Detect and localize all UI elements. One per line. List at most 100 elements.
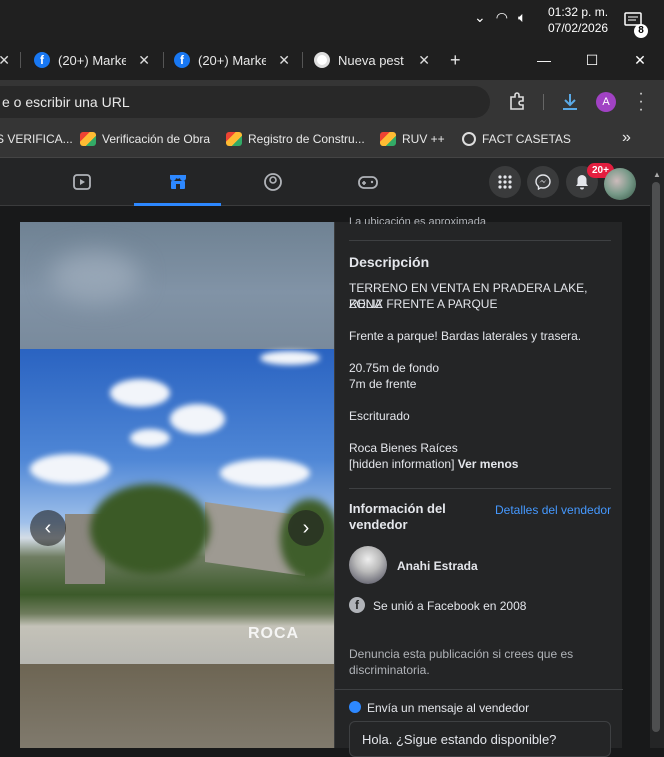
tab-partial[interactable]: ✕	[0, 40, 16, 80]
wifi-icon[interactable]: ◠	[496, 10, 508, 26]
bookmark-label: FACT CASETAS	[482, 132, 571, 146]
tab-marketplace-2[interactable]: f (20+) Market ✕	[174, 40, 300, 80]
chrome-icon	[314, 52, 330, 68]
message-input[interactable]: Hola. ¿Sigue estando disponible?	[349, 721, 611, 757]
seller-info-heading: Información del	[349, 501, 446, 516]
chevron-down-icon[interactable]: ⌄	[474, 10, 486, 26]
close-icon[interactable]: ✕	[278, 52, 290, 69]
watermark-logo: ROCA	[248, 625, 300, 642]
tab-separator	[163, 52, 164, 68]
cloud	[110, 379, 170, 407]
tab-title: (20+) Market	[58, 52, 126, 68]
grid-menu-icon	[498, 175, 512, 189]
globe-icon	[462, 132, 476, 146]
browser-toolbar: e o escribir una URL A · · ·	[0, 80, 664, 124]
message-seller-label: Envía un mensaje al vendedor	[367, 701, 530, 715]
download-icon	[563, 94, 577, 110]
bookmark-item[interactable]: FACT CASETAS	[462, 132, 571, 146]
kebab-menu-icon[interactable]: · · ·	[636, 86, 646, 118]
bell-icon	[576, 175, 588, 190]
description-line: RELIZ FRENTE A PARQUE	[349, 297, 498, 311]
system-taskbar: ⌄ ◠ 🔈︎ 01:32 p. m. 07/02/2026 8	[0, 0, 664, 40]
tab-separator	[302, 52, 303, 68]
menu-button[interactable]	[489, 166, 521, 198]
video-icon	[73, 174, 91, 190]
facebook-top-nav	[0, 158, 664, 206]
clock-time: 01:32 p. m.	[548, 5, 609, 19]
close-icon: ✕	[634, 51, 646, 68]
ruv-icon	[380, 132, 396, 146]
bookmark-label: Verificación de Obra	[102, 132, 211, 146]
bookmark-item[interactable]: RUV ++	[380, 132, 445, 146]
tab-new-tab[interactable]: Nueva pestañ ✕	[314, 40, 440, 80]
listing-details-panel: La ubicación es aproximada Descripción T…	[334, 216, 623, 757]
report-text: Denuncia esta publicación si crees que e…	[349, 647, 574, 661]
bookmark-item[interactable]: Verificación de Obra	[80, 132, 210, 146]
report-text: discriminatoria.	[349, 663, 430, 677]
facebook-icon: f	[349, 597, 365, 613]
facebook-icon: f	[174, 52, 190, 68]
seller-details-link[interactable]: Detalles del vendedor	[495, 502, 611, 518]
page-scrollbar[interactable]: ▲	[650, 168, 664, 748]
notification-center-button[interactable]: 8	[624, 12, 648, 38]
cloud	[30, 454, 110, 484]
bookmark-label: RUV ++	[402, 132, 445, 146]
seller-name[interactable]: Anahi Estrada	[397, 558, 478, 574]
minimize-icon: —	[537, 52, 551, 68]
previous-photo-blurred	[20, 222, 334, 349]
new-tab-button[interactable]: +	[450, 40, 470, 80]
address-bar-text: e o escribir una URL	[2, 94, 130, 110]
marketplace-item-page: ROCA ‹ › La ubicación es aproximada Desc…	[0, 206, 664, 757]
volume-icon[interactable]: 🔈︎	[518, 10, 526, 26]
profile-avatar[interactable]: A	[596, 92, 616, 112]
nav-marketplace[interactable]	[134, 158, 221, 206]
nav-video[interactable]	[37, 158, 127, 206]
minimize-button[interactable]: —	[520, 40, 568, 80]
description-line: Roca Bienes Raíces	[349, 441, 458, 455]
seller-avatar[interactable]	[349, 546, 387, 584]
cloud	[260, 351, 320, 365]
description-line: Escriturado	[349, 409, 410, 423]
marketplace-icon	[169, 174, 186, 189]
toolbar-divider	[543, 94, 544, 110]
ruv-icon	[226, 132, 242, 146]
extensions-button[interactable]	[508, 92, 526, 110]
divider	[349, 240, 611, 241]
window-controls: — ☐ ✕	[520, 40, 664, 80]
listing-photo-carousel: ROCA ‹ ›	[20, 222, 334, 748]
nav-gaming[interactable]	[323, 158, 413, 206]
description-heading: Descripción	[349, 254, 430, 270]
chevron-double-right-icon: »	[622, 129, 631, 146]
close-icon[interactable]: ✕	[0, 52, 10, 69]
messenger-button[interactable]	[527, 166, 559, 198]
bookmark-item[interactable]: S VERIFICA...	[0, 132, 73, 146]
description-line: 7m de frente	[349, 377, 417, 391]
see-less-link[interactable]: Ver menos	[458, 457, 519, 471]
nav-groups[interactable]	[228, 158, 318, 206]
bookmarks-bar: S VERIFICA... Verificación de Obra Regis…	[0, 124, 664, 158]
scrollbar-thumb[interactable]	[652, 182, 660, 732]
scroll-up-icon[interactable]: ▲	[653, 170, 661, 179]
message-input-value: Hola. ¿Sigue estando disponible?	[362, 732, 557, 747]
more-bookmarks-button[interactable]: »	[622, 129, 631, 147]
downloads-button[interactable]	[560, 92, 580, 112]
joined-facebook: Se unió a Facebook en 2008	[373, 599, 527, 613]
bush	[90, 484, 210, 574]
bookmark-item[interactable]: Registro de Constru...	[226, 132, 365, 146]
account-avatar[interactable]	[604, 168, 636, 200]
tab-marketplace-1[interactable]: f (20+) Market ✕	[34, 40, 160, 80]
cloud	[130, 429, 170, 447]
description-line: [hidden information] Ver menos	[349, 456, 518, 472]
divider	[349, 488, 611, 489]
close-icon[interactable]: ✕	[138, 52, 150, 69]
previous-photo-button[interactable]: ‹	[30, 510, 66, 546]
tab-title: (20+) Market	[198, 52, 266, 68]
clock[interactable]: 01:32 p. m. 07/02/2026	[548, 4, 608, 36]
close-window-button[interactable]: ✕	[616, 40, 664, 80]
close-icon[interactable]: ✕	[418, 52, 430, 69]
next-photo-button[interactable]: ›	[288, 510, 324, 546]
hidden-info: [hidden information]	[349, 457, 455, 471]
chevron-left-icon: ‹	[44, 516, 52, 539]
address-bar[interactable]: e o escribir una URL	[0, 86, 490, 118]
maximize-button[interactable]: ☐	[568, 40, 616, 80]
